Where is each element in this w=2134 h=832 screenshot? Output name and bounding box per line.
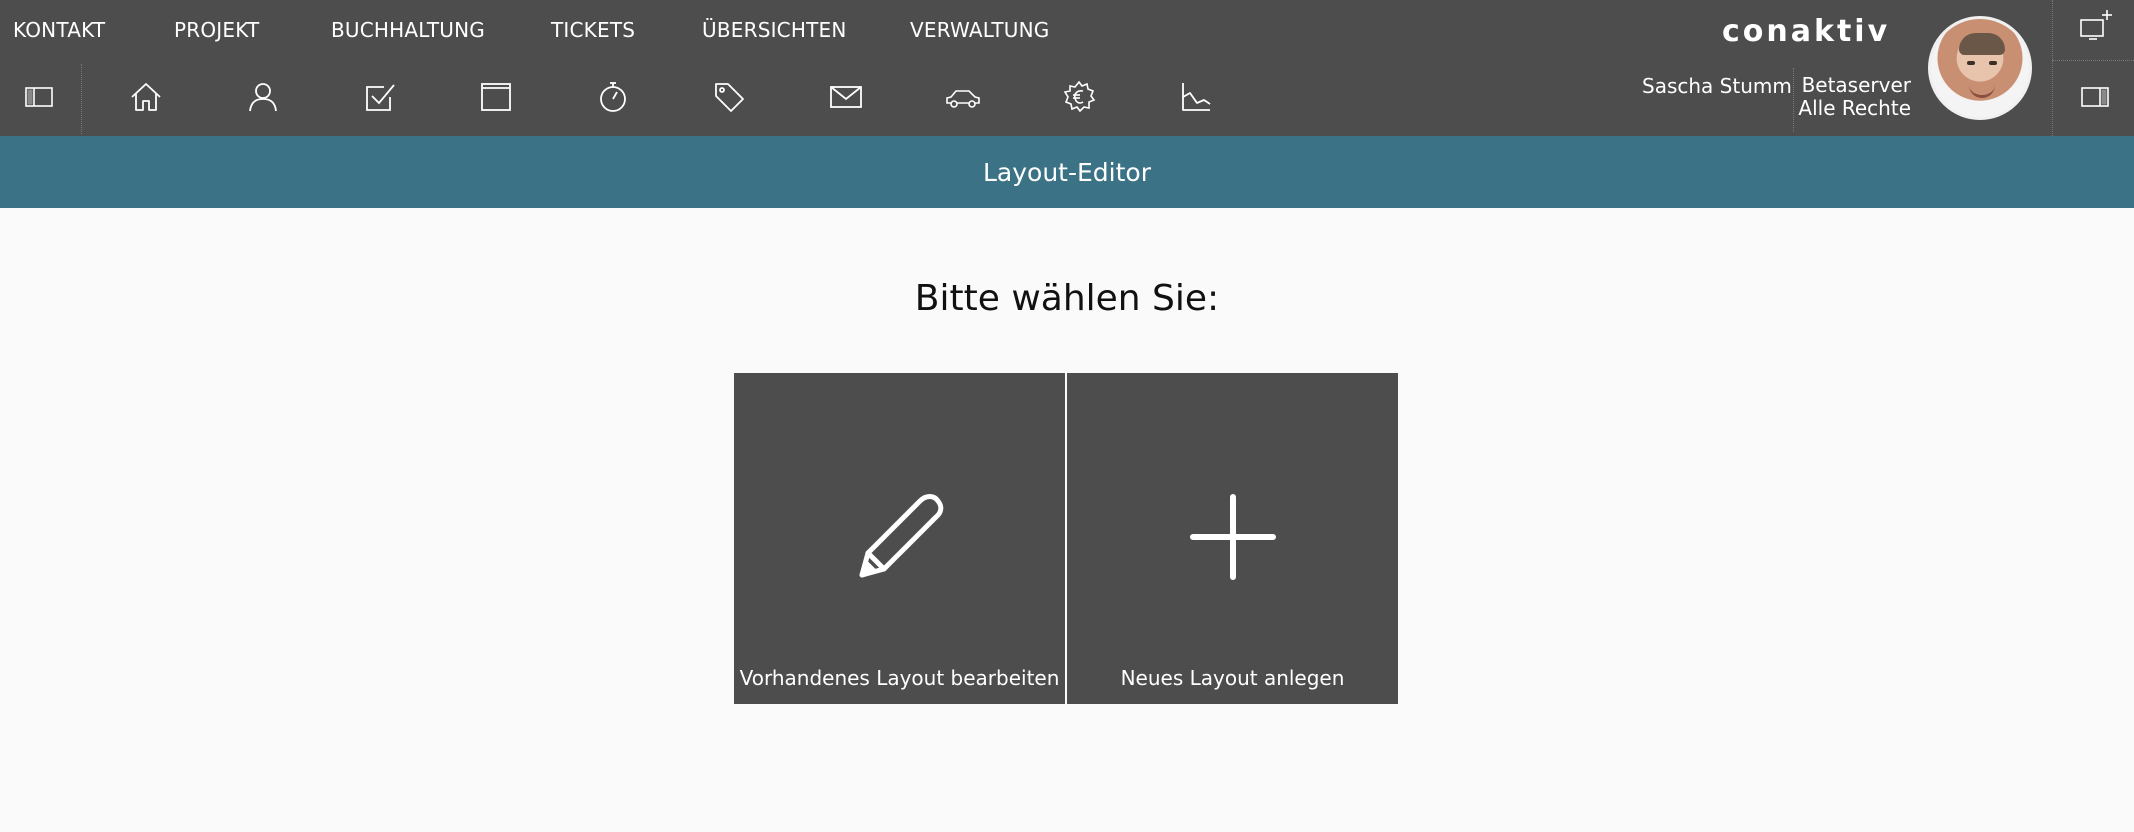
avatar-mouth xyxy=(1969,85,1995,98)
mail-icon[interactable] xyxy=(819,72,873,122)
new-window-icon[interactable] xyxy=(2068,1,2122,51)
nav-item-projekt[interactable]: PROJEKT xyxy=(174,18,259,42)
nav-item-buchhaltung[interactable]: BUCHHALTUNG xyxy=(331,18,485,42)
server-info[interactable]: Betaserver Alle Rechte xyxy=(1798,74,1911,120)
avatar-hair xyxy=(1959,33,2005,55)
right-panel-divider xyxy=(2052,0,2053,136)
nav-item-kontakt[interactable]: KONTAKT xyxy=(13,18,105,42)
sidebar-right-icon[interactable] xyxy=(2068,72,2122,122)
car-icon[interactable] xyxy=(936,72,990,122)
pencil-icon xyxy=(854,491,946,587)
toolbar-divider xyxy=(81,64,82,134)
server-rights: Alle Rechte xyxy=(1798,96,1911,120)
header-bar: Layout-Editor xyxy=(0,136,2134,208)
edit-layout-tile[interactable]: Vorhandenes Layout bearbeiten xyxy=(734,373,1065,704)
edit-layout-label: Vorhandenes Layout bearbeiten xyxy=(739,666,1060,690)
nav-item-verwaltung[interactable]: VERWALTUNG xyxy=(910,18,1049,42)
user-icon[interactable] xyxy=(236,72,290,122)
brand-logo: conaktiv xyxy=(1722,14,1891,49)
timer-icon[interactable] xyxy=(586,72,640,122)
nav-item-uebersichten[interactable]: ÜBERSICHTEN xyxy=(702,18,847,42)
user-divider xyxy=(1793,68,1794,132)
sidebar-left-icon[interactable] xyxy=(12,72,66,122)
euro-gear-icon[interactable] xyxy=(1052,72,1106,122)
home-icon[interactable] xyxy=(119,72,173,122)
server-name: Betaserver xyxy=(1801,73,1911,97)
tag-icon[interactable] xyxy=(702,72,756,122)
selection-prompt: Bitte wählen Sie: xyxy=(914,278,1220,319)
chart-icon[interactable] xyxy=(1169,72,1223,122)
plus-icon xyxy=(1187,491,1279,587)
user-name[interactable]: Sascha Stumm xyxy=(1642,74,1792,98)
page-title: Layout-Editor xyxy=(983,157,1151,187)
new-layout-label: Neues Layout anlegen xyxy=(1120,666,1345,690)
nav-item-tickets[interactable]: TICKETS xyxy=(551,18,635,42)
right-panel-hdivider xyxy=(2052,60,2134,61)
top-bar: KONTAKT PROJEKT BUCHHALTUNG TICKETS ÜBER… xyxy=(0,0,2134,136)
avatar-eye xyxy=(1967,61,1975,65)
new-layout-tile[interactable]: Neues Layout anlegen xyxy=(1067,373,1398,704)
avatar[interactable] xyxy=(1928,16,2032,120)
window-icon[interactable] xyxy=(469,72,523,122)
checkbox-icon[interactable] xyxy=(353,72,407,122)
avatar-eye xyxy=(1989,61,1997,65)
